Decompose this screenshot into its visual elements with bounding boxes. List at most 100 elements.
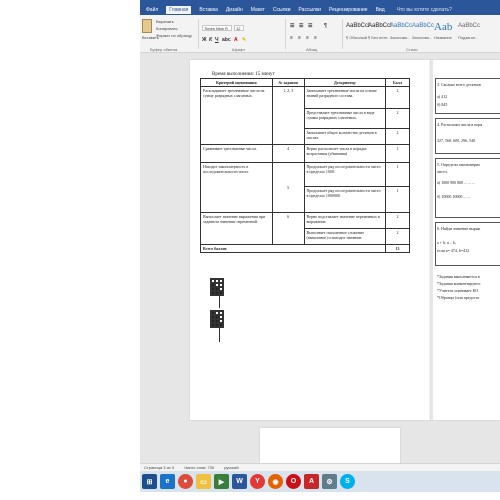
document-page[interactable]: Время выполнения: 15 минут Критерий оцен… (190, 60, 430, 420)
paste-icon[interactable] (142, 19, 152, 33)
task-cell: 6 (271, 212, 305, 245)
table-row: Раскладывает трехзначные числа на сумму … (200, 86, 410, 145)
page-count[interactable]: Страница 3 из 3 (144, 465, 174, 470)
descriptor-cell: Продолжает ряд последовательности чисел … (303, 186, 387, 213)
paragraph-group: ☰ ☰ ☰ ≡ ≡ ≡ ≡ ¶ Абзац (290, 17, 340, 52)
grid-figure (210, 278, 224, 296)
yandex-icon[interactable]: Y (250, 474, 265, 489)
table-row: Вычисляет значение выражения при заданно… (200, 212, 410, 245)
clipboard-group-label: Буфер обмена (150, 47, 178, 52)
score-cell: 2 (385, 128, 410, 145)
style-sample: AaBbCcI (346, 23, 370, 29)
tell-me-box[interactable]: Что вы хотите сделать? (397, 7, 452, 13)
numbering-icon[interactable]: ☰ (299, 23, 303, 29)
table-row: Сравнивает трехзначные числа. 4 Верно ра… (200, 144, 410, 163)
task-cell: 1, 2, 3 (271, 86, 305, 145)
task-text: 3. Сколько всего десятков (437, 82, 481, 87)
style-sample: AaBbCcI (368, 23, 392, 29)
status-bar: Страница 3 из 3 Число слов: 730 русский (140, 463, 500, 471)
tab-file[interactable]: Файл (146, 7, 158, 13)
align-left-icon[interactable]: ≡ (290, 35, 293, 41)
font-color-icon[interactable]: A (234, 37, 238, 43)
score-cell: 2 (385, 108, 410, 129)
grid-cell (219, 291, 223, 295)
score-cell: 1 (385, 162, 410, 187)
pdf-icon[interactable]: A (304, 474, 319, 489)
style-subtitle[interactable]: AaBbCc Подзагол... (458, 23, 481, 43)
align-right-icon[interactable]: ≡ (306, 35, 309, 41)
paragraph-group-label: Абзац (306, 47, 318, 52)
tab-home[interactable]: Главная (166, 6, 192, 14)
firefox-icon[interactable]: ◉ (268, 474, 283, 489)
explorer-icon[interactable]: ▭ (196, 474, 211, 489)
bold-button[interactable]: Ж (202, 37, 207, 43)
table-row: Находит закономерность в последовательно… (200, 162, 410, 213)
score-cell: 2 (385, 86, 410, 109)
font-size-select[interactable]: 12 (234, 25, 244, 31)
descriptor-cell: Продолжает ряд последовательности чисел … (303, 162, 387, 187)
language[interactable]: русский (224, 465, 238, 470)
underline-button[interactable]: Ч (215, 37, 219, 43)
align-center-icon[interactable]: ≡ (298, 35, 301, 41)
descriptor-cell: Записывает трехзначные числа на основе з… (303, 86, 387, 109)
style-sample: Aab (434, 21, 453, 33)
document-page-next[interactable]: 3. Сколько всего десятков а) 412 б) 845 … (430, 60, 500, 420)
task-text: 6. Найди значение выраж (437, 226, 481, 231)
word-count[interactable]: Число слов: 730 (184, 465, 214, 470)
styles-group-label: Стили (406, 47, 418, 52)
style-heading-1[interactable]: AaBbCc Заголово... (390, 23, 413, 43)
style-name: ¶ Без инте... (368, 35, 391, 40)
header-score: Балл (385, 78, 410, 87)
chrome-icon[interactable]: ● (178, 474, 193, 489)
next-page-top[interactable] (260, 428, 400, 463)
tab-view[interactable]: Вид (376, 7, 385, 13)
justify-icon[interactable]: ≡ (314, 35, 317, 41)
style-heading-2[interactable]: AaBbCc Заголово... (412, 23, 434, 43)
highlight-icon[interactable]: ✎ (242, 37, 246, 43)
media-icon[interactable]: ▶ (214, 474, 229, 489)
italic-button[interactable]: К (209, 37, 212, 43)
style-sample: AaBbCc (390, 23, 413, 29)
score-cell: 2 (385, 212, 410, 229)
grid-cell (219, 323, 223, 327)
bullets-icon[interactable]: ☰ (290, 23, 294, 29)
word-icon[interactable]: W (232, 474, 247, 489)
style-name: Заголово... (412, 35, 433, 40)
tab-insert[interactable]: Вставка (199, 7, 218, 13)
time-text: Время выполнения: 15 минут (212, 72, 275, 77)
opera-icon[interactable]: O (286, 474, 301, 489)
font-name-select[interactable]: Times New R (202, 25, 232, 31)
pilcrow-icon[interactable]: ¶ (324, 23, 327, 29)
descriptor-cell: Записывает общее количество десятков в ч… (303, 128, 387, 145)
tab-design[interactable]: Дизайн (226, 7, 243, 13)
format-painter-button[interactable]: Формат по образцу (156, 33, 192, 38)
copy-button[interactable]: Копировать (156, 26, 178, 31)
settings-icon[interactable]: ⚙ (322, 474, 337, 489)
group-divider (198, 19, 199, 49)
criterion-cell: Находит закономерность в последовательно… (200, 162, 273, 213)
style-normal[interactable]: AaBbCcI ¶ Обычный (346, 23, 370, 43)
style-name: Подзагол... (458, 35, 479, 40)
score-cell: 1 (385, 144, 410, 163)
tab-mailings[interactable]: Рассылки (299, 7, 321, 13)
taskbar: ⊞ e ● ▭ ▶ W Y ◉ O A ⚙ S (140, 471, 500, 492)
skype-icon[interactable]: S (340, 474, 355, 489)
tab-layout[interactable]: Макет (251, 7, 265, 13)
start-icon[interactable]: ⊞ (142, 474, 157, 489)
style-sample: AaBbCc (458, 23, 481, 29)
style-title[interactable]: Aab Название (434, 21, 454, 43)
cut-button[interactable]: Вырезать (156, 19, 174, 24)
tab-references[interactable]: Ссылки (273, 7, 291, 13)
table-header-row: Критерий оценивания № задания Дескриптор… (200, 78, 410, 87)
task-box (435, 158, 500, 218)
criteria-table: Критерий оценивания № задания Дескриптор… (199, 78, 410, 253)
ie-icon[interactable]: e (160, 474, 175, 489)
task-text: б) 845 (437, 102, 448, 107)
strikethrough-button[interactable]: abc (222, 37, 231, 43)
tab-review[interactable]: Рецензирование (329, 7, 368, 13)
multilevel-icon[interactable]: ☰ (308, 23, 312, 29)
score-cell: 1 (385, 186, 410, 213)
total-row: Всего баллов 13 (199, 244, 410, 253)
style-no-spacing[interactable]: AaBbCcI ¶ Без инте... (368, 23, 392, 43)
header-criterion: Критерий оценивания (200, 78, 273, 87)
